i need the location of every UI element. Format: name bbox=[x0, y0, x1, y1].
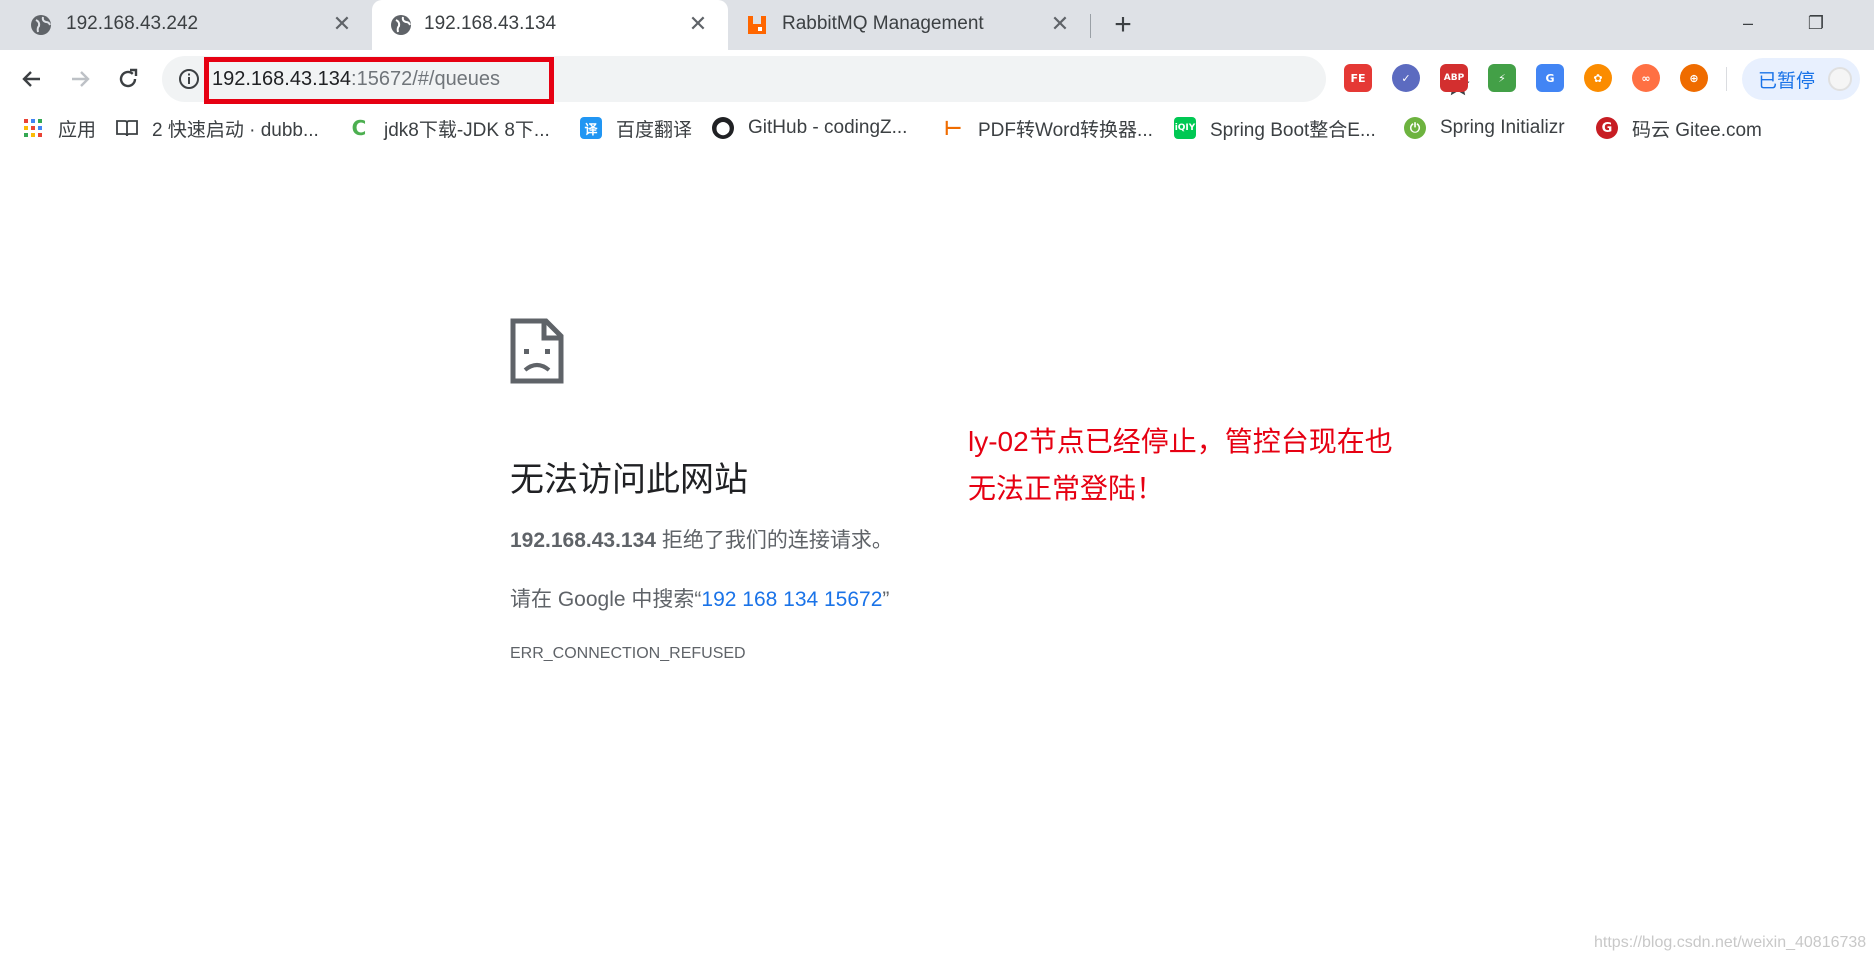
globe-icon bbox=[31, 15, 51, 35]
bookmark-label: 2 快速启动 · dubb... bbox=[152, 119, 319, 141]
search-suffix: ” bbox=[882, 588, 890, 611]
sad-page-icon bbox=[510, 318, 564, 384]
iqiyi-icon: iQIY bbox=[1174, 117, 1196, 139]
bookmark-dubbo[interactable]: 2 快速启动 · dubb... bbox=[116, 114, 319, 142]
gitee-icon: G bbox=[1596, 117, 1618, 139]
profile-paused-button[interactable]: 已暂停 bbox=[1742, 58, 1860, 100]
avatar bbox=[1828, 67, 1852, 91]
leaf-icon: C bbox=[351, 116, 367, 140]
tab-title: RabbitMQ Management bbox=[782, 13, 984, 34]
back-button[interactable] bbox=[14, 61, 50, 97]
close-tab-icon[interactable]: ✕ bbox=[330, 11, 354, 36]
spring-icon: ⏻ bbox=[1404, 117, 1426, 139]
adblock-plus-extension-icon[interactable]: ABP bbox=[1440, 64, 1468, 92]
bookmark-label: 百度翻译 bbox=[616, 119, 693, 141]
annotation-line-1: ly-02节点已经停止，管控台现在也 bbox=[968, 426, 1393, 457]
bookmark-label: 码云 Gitee.com bbox=[1632, 119, 1762, 141]
error-title: 无法访问此网站 bbox=[510, 461, 748, 499]
minimize-button[interactable]: – bbox=[1728, 8, 1768, 38]
tab-title: 192.168.43.242 bbox=[66, 13, 199, 34]
bookmarks-bar: 应用 2 快速启动 · dubb... C jdk8下载-JDK 8下... 译… bbox=[0, 108, 1874, 148]
bookmark-jdk8[interactable]: C jdk8下载-JDK 8下... bbox=[348, 114, 550, 142]
bookmark-gitee[interactable]: G 码云 Gitee.com bbox=[1596, 114, 1762, 142]
bookmark-label: Spring Boot整合E... bbox=[1210, 119, 1376, 141]
colorful-extension-icon[interactable]: ⚡ bbox=[1488, 64, 1516, 92]
bookmark-label: jdk8下载-JDK 8下... bbox=[384, 119, 550, 141]
watermark: https://blog.csdn.net/weixin_40816738 bbox=[1594, 934, 1867, 951]
close-tab-icon[interactable]: ✕ bbox=[686, 11, 710, 36]
bookmark-label: PDF转Word转换器... bbox=[978, 119, 1153, 141]
tab-divider bbox=[1090, 14, 1091, 38]
lifebuoy-extension-icon[interactable]: ⊕ bbox=[1680, 64, 1708, 92]
github-icon: ⬤ bbox=[712, 117, 734, 139]
translate-icon: 译 bbox=[580, 117, 602, 139]
close-tab-icon[interactable]: ✕ bbox=[1048, 11, 1072, 36]
check-extension-icon[interactable]: ✓ bbox=[1392, 64, 1420, 92]
bookmark-label: 应用 bbox=[58, 119, 97, 141]
reload-button[interactable] bbox=[110, 61, 146, 97]
infinity-extension-icon[interactable]: ∞ bbox=[1632, 64, 1660, 92]
search-prefix: 请在 Google 中搜索“ bbox=[510, 588, 702, 611]
url-highlight-box bbox=[204, 57, 554, 104]
tab-title: 192.168.43.134 bbox=[424, 13, 557, 34]
new-tab-button[interactable]: + bbox=[1108, 8, 1138, 41]
bookmark-pdf-to-word[interactable]: ⊢ PDF转Word转换器... bbox=[942, 114, 1153, 142]
tab-rabbitmq-management[interactable]: RabbitMQ Management ✕ bbox=[728, 0, 1090, 50]
error-code: ERR_CONNECTION_REFUSED bbox=[510, 645, 746, 662]
arrow-left-icon bbox=[22, 71, 40, 87]
book-icon bbox=[116, 117, 138, 139]
profile-paused-label: 已暂停 bbox=[1758, 70, 1816, 92]
annotation-line-2: 无法正常登陆！ bbox=[968, 473, 1165, 504]
bookmark-apps[interactable]: 应用 bbox=[22, 114, 96, 142]
error-host: 192.168.43.134 bbox=[510, 529, 656, 552]
rabbitmq-icon bbox=[748, 16, 766, 34]
apps-grid-icon bbox=[22, 117, 44, 139]
red-annotation: ly-02节点已经停止，管控台现在也 无法正常登陆！ bbox=[968, 418, 1393, 512]
error-desc-text: 拒绝了我们的连接请求。 bbox=[655, 529, 893, 552]
reload-icon bbox=[119, 68, 138, 88]
bookmark-spring-boot[interactable]: iQIY Spring Boot整合E... bbox=[1174, 114, 1376, 142]
tab-192-168-43-134[interactable]: 192.168.43.134 ✕ bbox=[372, 0, 728, 50]
bookmark-label: GitHub - codingZ... bbox=[748, 117, 908, 138]
google-search-link[interactable]: 192 168 134 15672 bbox=[701, 588, 882, 611]
forward-button[interactable] bbox=[62, 61, 98, 97]
error-search-suggestion: 请在 Google 中搜索“192 168 134 15672” bbox=[510, 583, 889, 613]
bookmark-spring-initializr[interactable]: ⏻ Spring Initializr bbox=[1404, 114, 1565, 142]
tab-192-168-43-242[interactable]: 192.168.43.242 ✕ bbox=[0, 0, 372, 50]
bookmark-baidu-translate[interactable]: 译 百度翻译 bbox=[580, 114, 692, 142]
tab-strip: 192.168.43.242 ✕ 192.168.43.134 ✕ Rabbit… bbox=[0, 0, 1874, 50]
bookmark-github[interactable]: ⬤ GitHub - codingZ... bbox=[712, 114, 907, 142]
photos-extension-icon[interactable]: ✿ bbox=[1584, 64, 1612, 92]
bookmark-label: Spring Initializr bbox=[1440, 117, 1565, 138]
info-icon[interactable] bbox=[178, 68, 200, 90]
toolbar-divider bbox=[1726, 67, 1727, 91]
arrow-right-icon bbox=[72, 71, 90, 87]
error-description: 192.168.43.134 拒绝了我们的连接请求。 bbox=[510, 524, 893, 554]
restore-button[interactable]: ❐ bbox=[1796, 8, 1836, 38]
globe-icon bbox=[391, 15, 411, 35]
google-translate-extension-icon[interactable]: G bbox=[1536, 64, 1564, 92]
pdf-icon: ⊢ bbox=[943, 116, 963, 140]
fe-helper-extension-icon[interactable]: FE bbox=[1344, 64, 1372, 92]
